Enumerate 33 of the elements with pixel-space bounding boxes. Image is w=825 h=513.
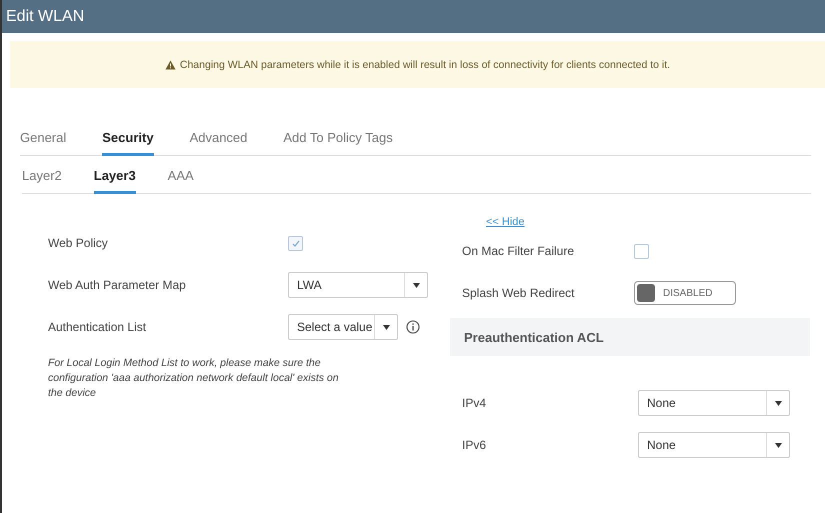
field-label: IPv6 xyxy=(462,438,488,452)
tab[interactable]: AAA xyxy=(168,164,194,194)
check-icon xyxy=(292,240,300,246)
field-label: Splash Web Redirect xyxy=(462,286,576,300)
field-label: Web Policy xyxy=(48,236,109,250)
window-title: Edit WLAN xyxy=(6,8,84,26)
dropdown[interactable]: None xyxy=(638,390,790,416)
warning-icon xyxy=(164,60,176,70)
section-title: Preauthentication ACL xyxy=(464,330,604,344)
caret-icon xyxy=(774,400,782,406)
tab[interactable]: Advanced xyxy=(190,126,248,156)
field-label: Authentication List xyxy=(48,320,148,334)
tab[interactable]: Layer3 xyxy=(94,164,136,194)
warning-message: Changing WLAN parameters while it is enabled will result in loss of connectivity for clients connected to it. xyxy=(180,58,670,70)
note-text: For Local Login Method List to work, please make sure the configuration 'aaa authorization network default local' exists on the device xyxy=(48,356,340,401)
info-icon xyxy=(406,320,420,334)
dropdown[interactable]: LWA xyxy=(288,272,428,298)
caret-icon xyxy=(382,324,390,330)
tab[interactable]: Add To Policy Tags xyxy=(283,126,393,156)
checkbox[interactable] xyxy=(288,236,303,250)
hide-link[interactable]: << Hide xyxy=(486,216,525,228)
dropdown[interactable]: None xyxy=(638,432,790,458)
checkbox[interactable] xyxy=(634,244,649,258)
caret-icon xyxy=(412,282,420,288)
dropdown[interactable]: Select a value xyxy=(288,314,398,340)
field-label: IPv4 xyxy=(462,396,488,410)
field-label: Web Auth Parameter Map xyxy=(48,278,187,292)
tab[interactable]: Layer2 xyxy=(22,164,62,194)
tab[interactable]: General xyxy=(20,126,66,156)
field-label: On Mac Filter Failure xyxy=(462,244,576,258)
caret-icon xyxy=(774,442,782,448)
toggle-switch[interactable]: DISABLED xyxy=(634,281,736,305)
tab[interactable]: Security xyxy=(102,126,154,156)
